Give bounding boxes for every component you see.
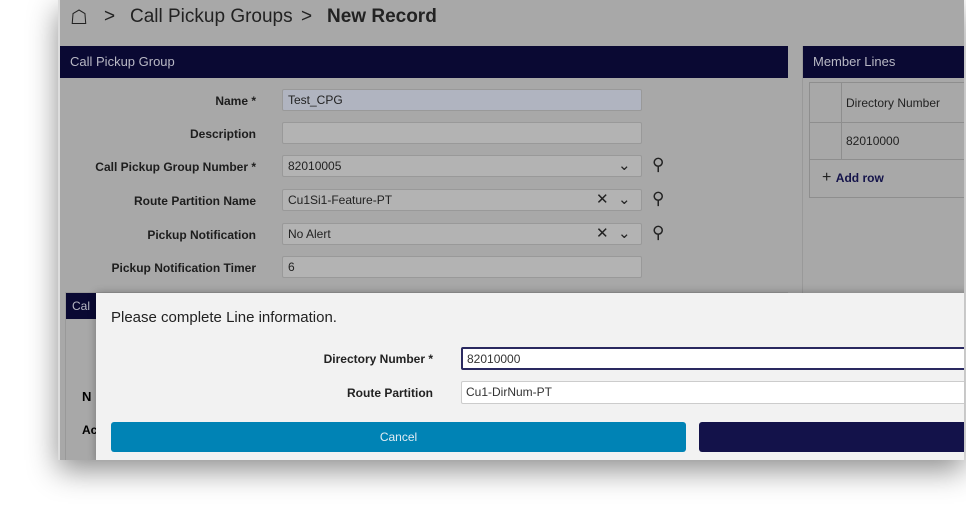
breadcrumb-link[interactable]: Call Pickup Groups <box>130 6 293 28</box>
search-icon[interactable]: ⚲ <box>652 189 664 209</box>
chevron-down-icon[interactable]: ⌄ <box>618 190 631 208</box>
field-label: Directory Number * <box>323 352 433 366</box>
route-partition-input[interactable]: Cu1-DirNum-PT <box>461 381 964 404</box>
line-info-dialog: Please complete Line information. Direct… <box>96 293 964 460</box>
dialog-title: Please complete Line information. <box>111 309 337 326</box>
call-pickup-group-number-select[interactable]: 82010005 <box>282 155 642 177</box>
chevron-right-icon: > <box>104 6 116 27</box>
pickup-notification-timer-input[interactable]: 6 <box>282 256 642 278</box>
field-label: Pickup Notification Timer <box>111 261 256 275</box>
directory-number-input[interactable]: 82010000 <box>461 347 964 370</box>
field-label: Route Partition <box>347 386 433 400</box>
route-partition-select[interactable]: Cu1Si1-Feature-PT <box>282 189 642 211</box>
field-label: Route Partition Name <box>133 194 256 208</box>
name-input[interactable]: Test_CPG <box>282 89 642 111</box>
panel-header: Member Lines <box>803 46 964 78</box>
plus-icon: + <box>822 169 836 186</box>
chevron-down-icon[interactable]: ⌄ <box>618 156 631 174</box>
breadcrumb-current: New Record <box>327 6 437 27</box>
chevron-down-icon[interactable]: ⌄ <box>618 224 631 242</box>
chevron-right-icon: > <box>301 6 313 27</box>
clear-icon[interactable]: ✕ <box>596 190 609 208</box>
field-label: Pickup Notification <box>147 228 256 242</box>
table-row[interactable]: 82010000 <box>810 123 964 160</box>
column-header: Directory Number <box>846 96 941 110</box>
clear-icon[interactable]: ✕ <box>596 224 609 242</box>
pickup-notification-select[interactable]: No Alert <box>282 223 642 245</box>
field-label: Description <box>189 127 256 141</box>
app-window: ☖ > Call Pickup Groups > New Record Call… <box>58 0 964 460</box>
cancel-button[interactable]: Cancel <box>111 422 686 452</box>
add-row-button[interactable]: + Add row <box>810 160 964 196</box>
field-label: Call Pickup Group Number * <box>95 160 256 174</box>
confirm-button[interactable] <box>699 422 964 452</box>
home-icon[interactable]: ☖ <box>70 5 88 30</box>
row-label: N <box>82 389 92 404</box>
panel-header: Call Pickup Group <box>60 46 788 78</box>
field-label: Name * <box>215 94 256 108</box>
member-lines-table: Directory Number 82010000 + Add row <box>809 82 964 198</box>
description-input[interactable] <box>282 122 642 144</box>
search-icon[interactable]: ⚲ <box>652 155 664 175</box>
search-icon[interactable]: ⚲ <box>652 223 664 243</box>
